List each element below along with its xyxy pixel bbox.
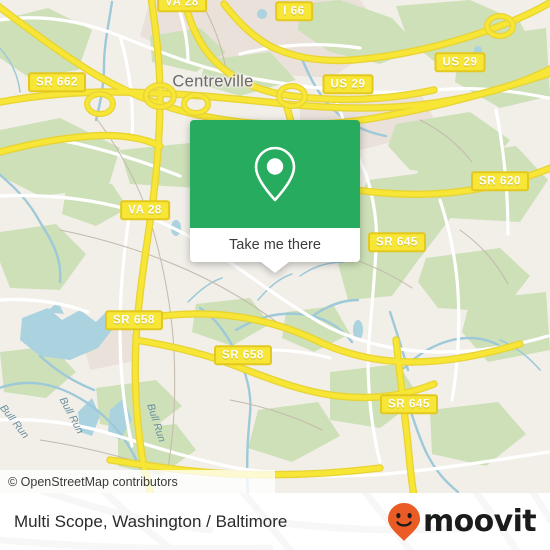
road-shield[interactable]: SR 620 — [471, 171, 529, 191]
popup-icon-area — [190, 120, 360, 228]
road-shield[interactable]: SR 658 — [105, 310, 163, 330]
road-shield[interactable]: SR 645 — [380, 394, 438, 414]
road-shield[interactable]: VA 28 — [157, 0, 207, 12]
road-shield[interactable]: US 29 — [434, 52, 486, 72]
take-me-there-label: Take me there — [229, 237, 321, 253]
road-shield[interactable]: I 66 — [275, 1, 313, 21]
destination-popup[interactable]: Take me there — [190, 120, 360, 273]
moovit-wordmark: moovit — [422, 503, 537, 539]
road-shield[interactable]: VA 28 — [120, 200, 170, 220]
map-attribution[interactable]: © OpenStreetMap contributors — [0, 470, 275, 493]
attribution-text: © OpenStreetMap contributors — [8, 474, 178, 489]
road-shield[interactable]: US 29 — [322, 74, 374, 94]
take-me-there-button[interactable]: Take me there — [190, 228, 360, 262]
popup-pointer — [261, 262, 289, 273]
road-shield[interactable]: SR 645 — [368, 232, 426, 252]
footer-content: Multi Scope, Washington / Baltimore moov… — [0, 493, 550, 550]
map-viewport[interactable]: Centreville Bull Run Bull Run Bull Run V… — [0, 0, 550, 493]
moovit-map-screenshot: Centreville Bull Run Bull Run Bull Run V… — [0, 0, 550, 550]
road-shield[interactable]: SR 658 — [214, 345, 272, 365]
place-label: Centreville — [172, 72, 254, 91]
footer-title: Multi Scope, Washington / Baltimore — [14, 511, 288, 531]
map-pin-icon — [254, 146, 296, 202]
moovit-logo[interactable]: moovit — [387, 502, 537, 542]
moovit-smiley-pin-icon — [387, 502, 420, 541]
road-shield[interactable]: SR 662 — [28, 72, 86, 92]
footer-bar: Multi Scope, Washington / Baltimore moov… — [0, 493, 550, 550]
